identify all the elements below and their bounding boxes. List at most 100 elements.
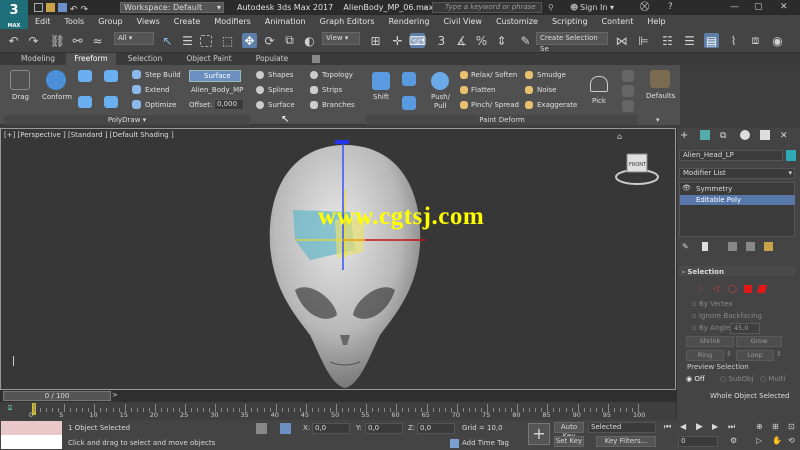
polygon-mode-icon[interactable] [744,285,752,293]
zoom-all-icon[interactable]: ⊞ [772,422,779,431]
menu-create[interactable]: Create [167,15,208,29]
placement-icon[interactable]: ◐ [302,33,317,48]
toggle-ribbon-icon[interactable]: ▤ [704,33,719,48]
deform-option-2-icon[interactable] [622,85,634,97]
flatten-button[interactable]: Flatten [471,86,496,94]
window-crossing-icon[interactable]: ⬚ [220,33,235,48]
help-icon[interactable]: ? [668,2,673,12]
key-mode-dropdown[interactable]: Selected [588,422,656,433]
previous-frame-icon[interactable]: ◀ [680,422,686,431]
time-slider[interactable]: 0 / 100 [3,391,111,401]
rectangle-selection-icon[interactable] [200,35,212,47]
stack-item-symmetry[interactable]: Symmetry [680,184,795,194]
spinner-snap-icon[interactable]: ⇕ [494,33,509,48]
minimize-icon[interactable]: — [730,2,739,12]
set-key-button[interactable]: Set Key [554,436,584,447]
display-tab-icon[interactable] [760,130,770,140]
new-file-icon[interactable] [34,3,43,12]
ring-button[interactable]: Ring [686,350,724,361]
exaggerate-button[interactable]: Exaggerate [537,101,577,109]
auto-key-button[interactable]: Auto Key [554,422,584,440]
rotate-icon[interactable]: ⟳ [262,33,277,48]
configure-modifier-sets-icon[interactable] [764,242,773,251]
optimize-button[interactable]: Optimize [145,101,176,109]
select-object-icon[interactable]: ↖ [160,33,175,48]
menu-rendering[interactable]: Rendering [382,15,437,29]
binoculars-icon[interactable]: ⚲ [548,3,554,12]
pinch-spread-button[interactable]: Pinch/ Spread [471,101,519,109]
by-vertex-checkbox[interactable]: ▫ By Vertex [692,300,733,308]
relax-soften-button[interactable]: Relax/ Soften [471,71,517,79]
zoom-icon[interactable]: ⊕ [756,422,763,431]
conform-relax-icon[interactable] [78,96,92,108]
schematic-view-icon[interactable]: ⧈ [748,33,763,48]
smudge-button[interactable]: Smudge [537,71,566,79]
undo-icon[interactable]: ↶ [6,33,21,48]
preview-off-radio[interactable]: ◉ Off [686,375,705,383]
strips-button[interactable]: Strips [322,86,342,94]
ring-spinner-icon[interactable]: ⇕ [726,350,732,358]
remove-modifier-icon[interactable] [746,242,755,251]
pin-stack-icon[interactable]: ✎ [682,242,689,251]
preview-subobj-radio[interactable]: ○ SubObj [720,375,754,383]
link-icon[interactable]: ⛓ [50,33,65,48]
shift-icon[interactable] [372,72,390,90]
make-unique-icon[interactable] [728,242,737,251]
use-pivot-icon[interactable]: ⊞ [368,33,383,48]
deform-option-3-icon[interactable] [622,100,634,112]
eye-icon[interactable]: 👁 [682,184,691,192]
viewcube-home-icon[interactable]: ⌂ [617,132,622,141]
preview-multi-radio[interactable]: ○ Multi [760,375,785,383]
defaults-brush-icon[interactable] [650,70,670,88]
grow-button[interactable]: Grow [736,336,782,347]
search-input[interactable]: Type a keyword or phrase [432,2,542,13]
viewport-label[interactable]: [+] [Perspective ] [Standard ] [Default … [4,131,174,139]
deform-option-1-icon[interactable] [622,70,634,82]
time-config-icon[interactable]: ⚙ [730,436,737,445]
reference-coordinate-dropdown[interactable]: View ▾ [322,32,360,45]
maxscript-listener-input[interactable] [1,435,62,449]
current-frame-field[interactable]: 0 [678,436,718,447]
conform-icon[interactable] [46,70,66,90]
undo-icon[interactable]: ↶ [70,5,78,15]
absolute-mode-icon[interactable] [280,423,291,434]
tab-selection[interactable]: Selection [116,53,174,65]
layer-explorer-icon[interactable]: ☰ [682,33,697,48]
conform-brush-icon[interactable] [78,70,92,82]
create-tab-icon[interactable]: + [680,130,688,141]
z-coordinate-field[interactable]: 0,0 [417,423,455,434]
vertex-mode-icon[interactable]: ∴ [698,284,703,293]
edit-named-selection-icon[interactable]: ✎ [518,33,533,48]
unlink-icon[interactable]: ⚯ [70,33,85,48]
lock-selection-icon[interactable] [256,423,267,434]
loop-button[interactable]: Loop [736,350,774,361]
surface-draw-button[interactable]: Surface [268,101,295,109]
tab-populate[interactable]: Populate [244,53,300,65]
shift-preview-icon[interactable] [402,96,416,110]
workspace-dropdown[interactable]: Workspace: Default ▾ [120,2,224,13]
object-color-swatch[interactable] [786,150,796,161]
select-by-name-icon[interactable]: ☰ [180,33,195,48]
set-key-plus-icon[interactable]: + [528,423,550,445]
loop-spinner-icon[interactable]: ⇕ [776,350,782,358]
tab-freeform[interactable]: Freeform [66,53,116,65]
search-icon[interactable]: ⌕ [423,3,427,13]
menu-content[interactable]: Content [595,15,641,29]
extend-button[interactable]: Extend [145,86,170,94]
stack-item-editable-poly[interactable]: Editable Poly [680,195,795,205]
shrink-button[interactable]: Shrink [686,336,734,347]
motion-tab-icon[interactable] [740,130,750,140]
push-pull-icon[interactable] [431,72,449,90]
shapes-button[interactable]: Shapes [268,71,294,79]
app-logo[interactable]: 3 MAX [0,0,28,30]
polydraw-group-title[interactable]: PolyDraw ▾ [4,115,250,125]
menu-scripting[interactable]: Scripting [545,15,595,29]
x-coordinate-field[interactable]: 0,0 [312,423,350,434]
pick-icon[interactable] [590,76,608,92]
object-name-field[interactable]: Alien_Head_LP [679,150,783,161]
scene-explorer-icon[interactable]: ☷ [660,33,675,48]
material-editor-icon[interactable]: ◉ [770,33,785,48]
go-to-start-icon[interactable]: ⏮ [664,422,671,432]
maxscript-listener-output[interactable] [1,421,62,435]
select-manipulate-icon[interactable]: ✛ [390,33,405,48]
